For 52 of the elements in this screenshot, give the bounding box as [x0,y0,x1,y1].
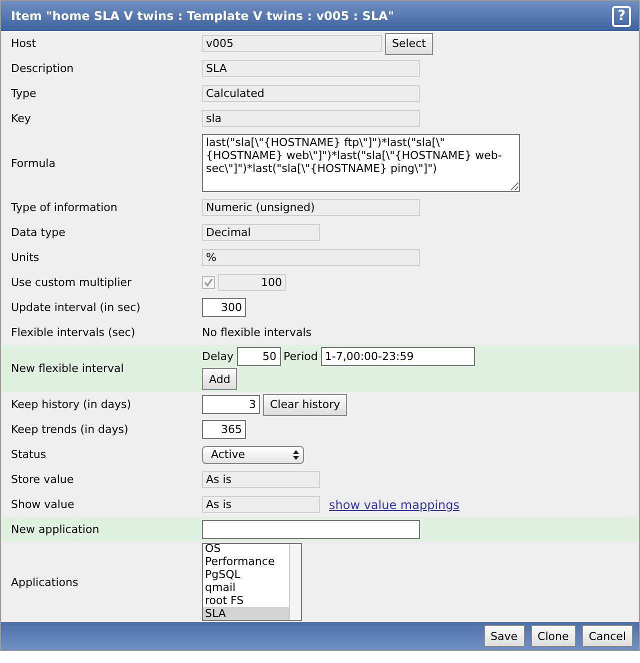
field-value: No flexible intervals [202,326,312,339]
clone-button[interactable]: Clone [530,625,576,647]
readonly-field: Numeric (unsigned) [202,199,420,216]
field-label: Formula [11,156,56,170]
field-label: Keep trends (in days) [11,423,130,436]
applications-list[interactable]: OS Performance PgSQL qmail root FS SLA [202,543,302,621]
field-label: Units [11,251,40,264]
field-label: Key [11,112,32,125]
field-label: Type [11,87,38,100]
readonly-field: SLA [202,60,420,77]
field-label: Applications [11,576,80,588]
readonly-field: As is [202,471,320,488]
field-label: Host [11,37,38,50]
template-link[interactable]: Template V twins [186,9,304,23]
save-button[interactable]: Save [484,625,525,647]
field-label: Update interval (in sec) [11,301,142,314]
host-link[interactable]: home SLA V twins [52,9,174,23]
field-label: Type of information [11,201,118,214]
readonly-field: Calculated [202,85,420,102]
readonly-field: Decimal [202,224,320,241]
field-label: Status [11,448,48,461]
delay-field[interactable]: 50 [236,347,281,366]
number-field[interactable]: 365 [202,420,246,439]
number-field[interactable]: 3 [202,395,260,414]
period-label: Period [284,350,318,363]
field-label: Keep history (in days) [11,398,132,411]
readonly-field: % [202,249,420,266]
field-label: New application [11,523,100,536]
field-label: Use custom multiplier [11,276,133,289]
period-field[interactable]: 1-7,00:00-23:59 [320,347,475,366]
formula-field[interactable]: last("sla[\"{HOSTNAME} ftp\"]")*last("sla[\"{HOSTNAME} web\"]")*last("sla[\"{HOSTNAME} web-sec\"]")*last("sla[\"{HOSTNAME} ping\"]") [202,134,520,192]
value-mappings-link[interactable]: show value mappings [329,498,460,512]
status-select[interactable]: Active [202,446,304,464]
readonly-field: As is [202,496,320,513]
clear-history-button[interactable]: Clear history [263,394,348,416]
field-label: Store value [11,473,75,486]
help-button[interactable]: ? [612,6,631,26]
readonly-field: 100 [218,274,286,291]
number-field[interactable]: 300 [202,298,246,317]
readonly-field: sla [202,110,420,127]
add-button[interactable]: Add [202,368,238,390]
cancel-button[interactable]: Cancel [582,625,633,647]
readonly-field: v005 [202,35,382,52]
field-label: Data type [11,226,66,239]
form-title: Item "home SLA V twins : Template V twins : v005 : SLA" [11,9,394,23]
field-label: Flexible intervals (sec) [11,326,136,339]
select-button[interactable]: Select [385,32,433,54]
delay-label: Delay [202,350,234,363]
list-option[interactable]: SLA [203,607,289,620]
field-label: Description [11,62,75,75]
field-label: Show value [11,498,76,511]
field-label: New flexible interval [11,362,125,375]
